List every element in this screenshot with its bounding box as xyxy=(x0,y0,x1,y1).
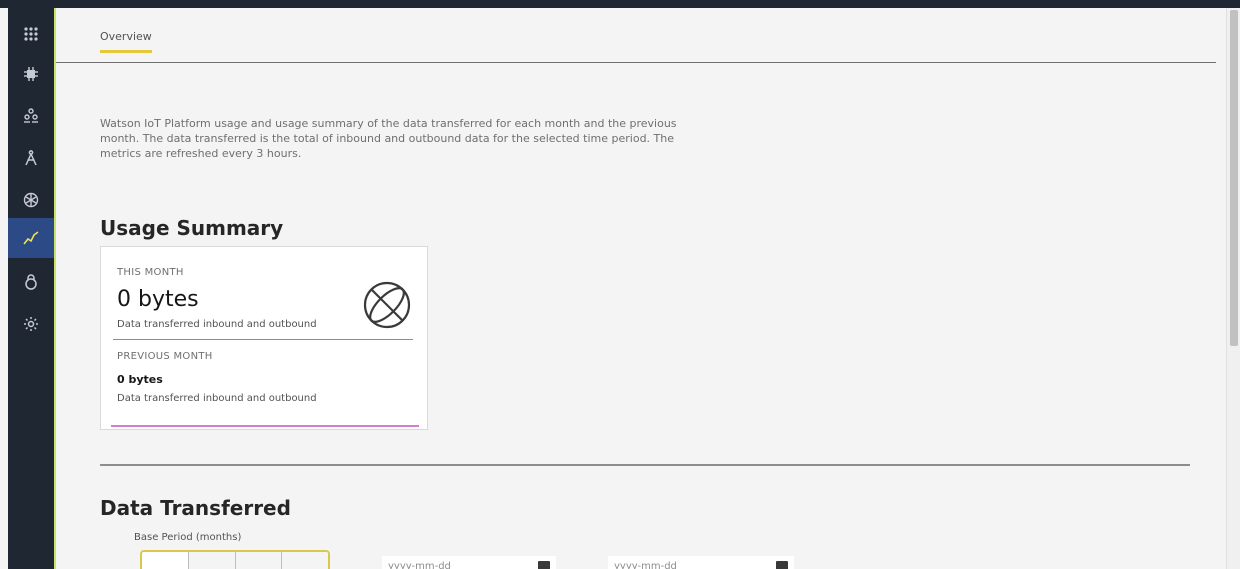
main-content: Overview Watson IoT Platform usage and u… xyxy=(54,8,1226,569)
app-grid-icon xyxy=(24,27,38,41)
scrollbar-thumb[interactable] xyxy=(1230,10,1238,346)
sidebar-item-apps-keys[interactable] xyxy=(8,138,54,178)
sidebar-item-apps[interactable] xyxy=(8,14,54,54)
sidebar-item-settings[interactable] xyxy=(8,304,54,344)
this-month-label: THIS MONTH xyxy=(117,267,184,278)
globe-icon xyxy=(363,281,411,329)
previous-month-label: PREVIOUS MONTH xyxy=(117,351,213,362)
previous-month-value: 0 bytes xyxy=(117,373,163,386)
end-date-placeholder: yyyy-mm-dd xyxy=(614,560,677,569)
section-divider xyxy=(100,464,1190,466)
tab-active-indicator xyxy=(100,50,152,53)
sidebar-nav xyxy=(8,8,54,569)
base-period-label: Base Period (months) xyxy=(134,532,242,543)
usage-chart-icon xyxy=(23,231,39,245)
network-icon xyxy=(23,192,39,208)
sidebar-item-security[interactable] xyxy=(8,262,54,302)
base-period-option-4[interactable] xyxy=(282,552,328,569)
calendar-icon[interactable] xyxy=(538,561,550,569)
start-date-placeholder: yyyy-mm-dd xyxy=(388,560,451,569)
base-period-option-2[interactable] xyxy=(188,552,236,569)
sidebar-item-devices[interactable] xyxy=(8,54,54,94)
this-month-caption: Data transferred inbound and outbound xyxy=(117,319,317,330)
previous-month-caption: Data transferred inbound and outbound xyxy=(117,393,317,404)
sidebar-item-rules[interactable] xyxy=(8,180,54,220)
base-period-selector xyxy=(140,550,330,569)
security-lock-icon xyxy=(25,274,37,290)
settings-gear-icon xyxy=(24,317,38,331)
page-scrollbar[interactable] xyxy=(1226,8,1240,569)
base-period-option-3[interactable] xyxy=(235,552,283,569)
data-transferred-heading: Data Transferred xyxy=(100,496,291,520)
tab-divider xyxy=(56,62,1216,63)
page-description: Watson IoT Platform usage and usage summ… xyxy=(100,117,677,160)
card-bottom-accent xyxy=(111,425,419,427)
top-bar xyxy=(0,0,1240,8)
sidebar-item-members[interactable] xyxy=(8,96,54,136)
base-period-option-1[interactable] xyxy=(142,552,189,569)
sidebar-item-usage[interactable] xyxy=(8,218,54,258)
usage-summary-heading: Usage Summary xyxy=(100,216,284,240)
compass-icon xyxy=(25,150,37,166)
usage-summary-card: THIS MONTH 0 bytes Data transferred inbo… xyxy=(100,246,428,430)
end-date-input[interactable]: yyyy-mm-dd xyxy=(608,556,794,569)
tab-overview[interactable]: Overview xyxy=(100,30,152,43)
this-month-value: 0 bytes xyxy=(117,287,199,312)
start-date-input[interactable]: yyyy-mm-dd xyxy=(382,556,556,569)
calendar-icon[interactable] xyxy=(776,561,788,569)
card-divider xyxy=(113,339,413,340)
chip-icon xyxy=(24,67,38,81)
devices-icon xyxy=(24,108,38,123)
